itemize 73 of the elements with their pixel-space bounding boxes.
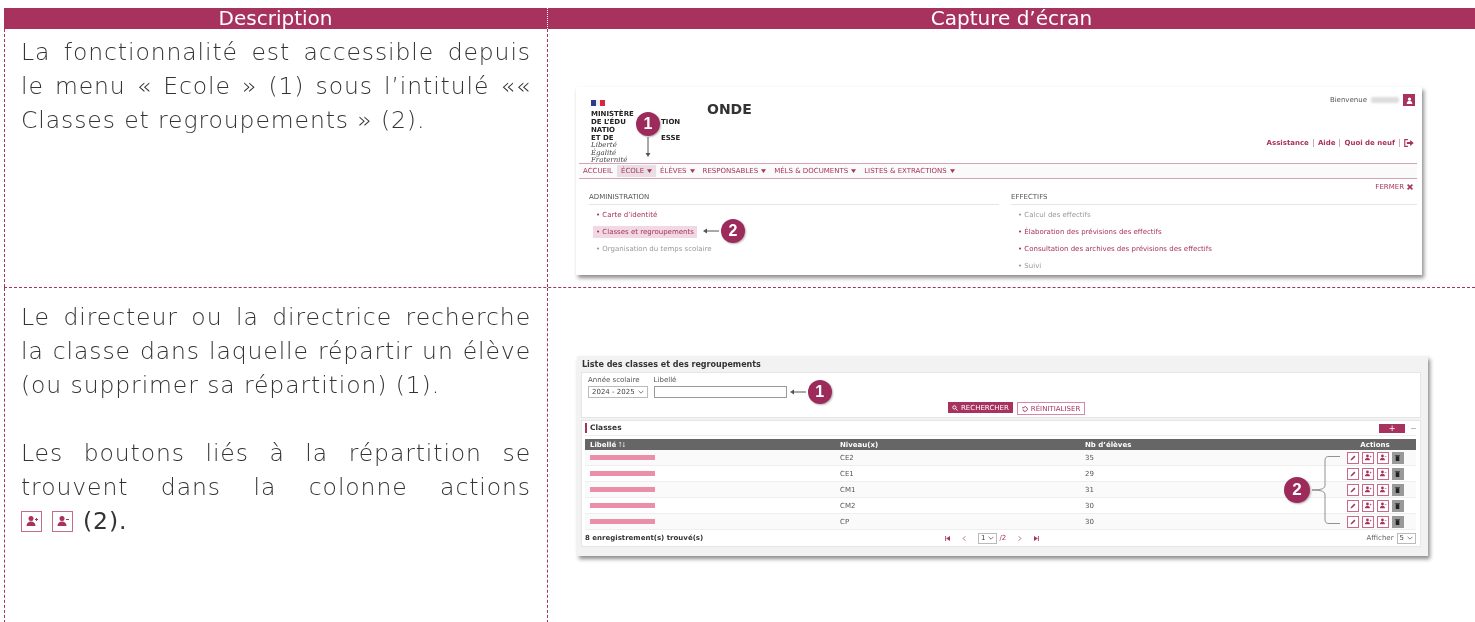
remove-person-button[interactable] bbox=[1376, 483, 1389, 496]
redacted-text bbox=[590, 519, 655, 524]
callout-number: 2 bbox=[720, 219, 745, 243]
pointer-arrow bbox=[789, 388, 806, 395]
bracket-line bbox=[1311, 456, 1341, 524]
pointer-arrow bbox=[702, 228, 719, 234]
redacted-text bbox=[590, 487, 655, 492]
column-header: Description bbox=[4, 8, 548, 29]
page-title: Liste des classes et des regroupements bbox=[581, 359, 762, 371]
delete-button[interactable] bbox=[1391, 467, 1404, 480]
callout-number: 2 bbox=[1284, 477, 1310, 503]
redacted-name bbox=[1371, 97, 1399, 103]
trash-icon bbox=[1395, 518, 1400, 525]
delete-button[interactable] bbox=[1391, 499, 1404, 512]
trash-icon bbox=[1395, 470, 1400, 477]
edit-button[interactable] bbox=[1346, 451, 1359, 464]
column-header: Capture d’écran bbox=[929, 8, 1094, 29]
edit-button[interactable] bbox=[1346, 499, 1359, 512]
reset-icon bbox=[1021, 405, 1028, 412]
description-text: Le directeur ou la directrice recherche la classe dans laquelle répartir un élève (ou supprimer sa répartition) (1). bbox=[21, 302, 531, 401]
remove-person-icon bbox=[52, 510, 73, 532]
description-text: Les boutons liés à la répartition se trouvent dans la colonne actions bbox=[21, 438, 531, 503]
delete-button[interactable] bbox=[1391, 515, 1404, 528]
close-icon[interactable] bbox=[1407, 184, 1413, 190]
description-text: (2). bbox=[83, 506, 128, 537]
redacted-text bbox=[590, 455, 655, 460]
remove-person-button[interactable] bbox=[1376, 467, 1389, 480]
search-icon bbox=[952, 404, 958, 411]
add-person-button[interactable] bbox=[1361, 483, 1374, 496]
sort-icon bbox=[619, 442, 626, 447]
caret-icon bbox=[761, 169, 767, 173]
user-icon[interactable] bbox=[1403, 94, 1415, 106]
edit-button[interactable] bbox=[1346, 515, 1359, 528]
app-title: ONDE bbox=[707, 101, 752, 119]
flag-icon bbox=[591, 100, 605, 106]
pointer-arrow bbox=[645, 137, 651, 157]
remove-person-button[interactable] bbox=[1376, 515, 1389, 528]
caret-icon bbox=[689, 169, 695, 173]
redacted-text bbox=[590, 503, 655, 508]
add-person-icon bbox=[21, 510, 42, 532]
caret-icon bbox=[851, 169, 857, 173]
chevron-icon bbox=[988, 536, 995, 540]
logout-icon[interactable] bbox=[1404, 139, 1414, 147]
caret-icon bbox=[949, 169, 955, 173]
trash-icon bbox=[1395, 454, 1400, 461]
edit-button[interactable] bbox=[1346, 483, 1359, 496]
remove-person-button[interactable] bbox=[1376, 499, 1389, 512]
caret-icon bbox=[647, 169, 653, 173]
edit-button[interactable] bbox=[1346, 467, 1359, 480]
pencil-icon bbox=[1349, 486, 1356, 493]
callout-number: 1 bbox=[807, 379, 832, 404]
last-page-icon[interactable] bbox=[1034, 535, 1040, 541]
trash-icon bbox=[1395, 502, 1400, 509]
chevron-icon bbox=[1407, 536, 1413, 540]
pencil-icon bbox=[1349, 470, 1356, 477]
add-person-button[interactable] bbox=[1361, 467, 1374, 480]
delete-button[interactable] bbox=[1391, 451, 1404, 464]
remove-person-button[interactable] bbox=[1376, 451, 1389, 464]
description-text: La fonctionnalité est accessible depuis le menu « Ecole » (1) sous l’intitulé «« Classes et regroupements » (2). bbox=[21, 37, 531, 136]
add-button[interactable]: + bbox=[1379, 423, 1405, 433]
add-person-button[interactable] bbox=[1361, 451, 1374, 464]
input-field[interactable] bbox=[653, 386, 787, 398]
add-person-button[interactable] bbox=[1361, 515, 1374, 528]
pencil-icon bbox=[1349, 518, 1356, 525]
pencil-icon bbox=[1349, 502, 1356, 509]
callout-number: 1 bbox=[636, 112, 660, 136]
pencil-icon bbox=[1349, 454, 1356, 461]
first-page-icon[interactable] bbox=[945, 535, 950, 541]
chevron-icon bbox=[637, 390, 644, 394]
add-person-button[interactable] bbox=[1361, 499, 1374, 512]
trash-icon bbox=[1395, 486, 1400, 493]
delete-button[interactable] bbox=[1391, 483, 1404, 496]
redacted-text bbox=[590, 471, 655, 476]
